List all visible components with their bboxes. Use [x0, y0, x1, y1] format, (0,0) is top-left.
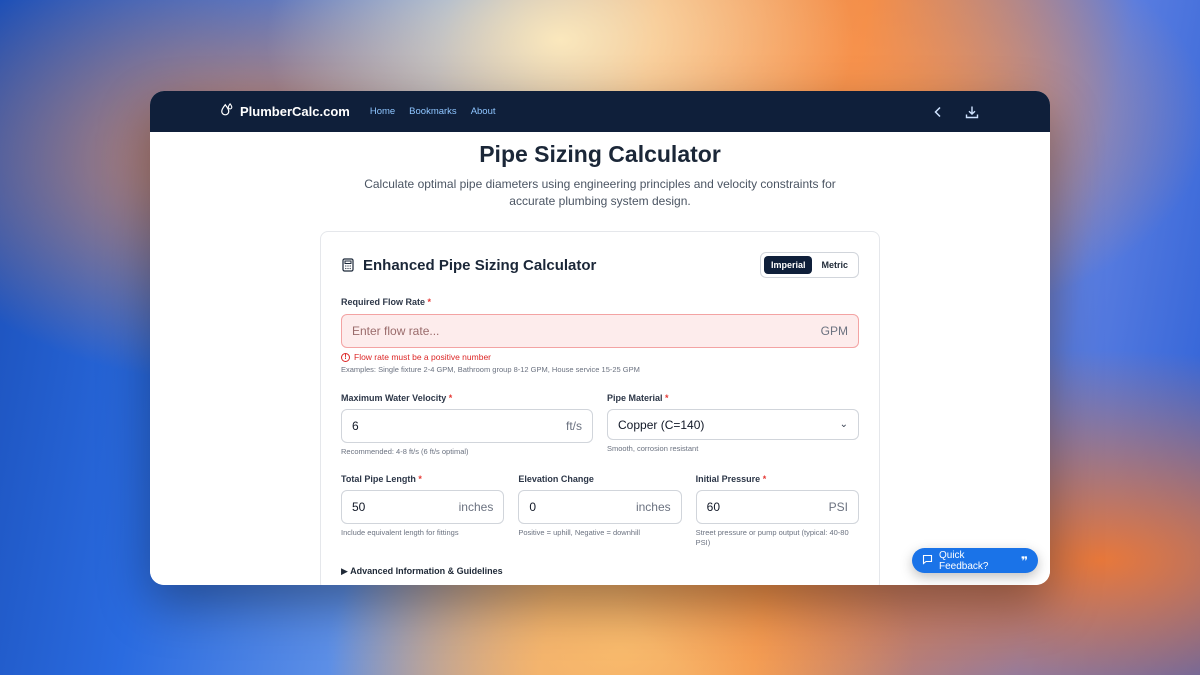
length-input[interactable]: 50 inches — [341, 490, 505, 524]
material-value: Copper (C=140) — [618, 417, 705, 432]
pressure-unit: PSI — [828, 500, 848, 514]
velocity-material-row: Maximum Water Velocity * 6 ft/s Recommen… — [341, 393, 859, 457]
length-group: Total Pipe Length * 50 inches Include eq… — [341, 474, 505, 548]
quote-icon: ❞ — [1020, 553, 1028, 568]
browser-window: PlumberCalc.com Home Bookmarks About Pip… — [150, 91, 1050, 585]
calculator-icon — [341, 258, 355, 272]
material-select[interactable]: Copper (C=140) ⌄ — [607, 409, 859, 440]
nav-link-home[interactable]: Home — [370, 106, 395, 117]
quick-feedback-button[interactable]: Quick Feedback? ❞ — [912, 548, 1038, 573]
pressure-help: Street pressure or pump output (typical:… — [695, 528, 849, 547]
pressure-label: Initial Pressure * — [695, 474, 767, 484]
flow-rate-group: Required Flow Rate * Enter flow rate... … — [341, 297, 859, 375]
quick-feedback-label: Quick Feedback? — [939, 549, 989, 572]
flow-rate-label: Required Flow Rate * — [341, 297, 432, 307]
card-header: Enhanced Pipe Sizing Calculator Imperial… — [341, 252, 859, 278]
advanced-info-toggle[interactable]: ▶ Advanced Information & Guidelines — [341, 566, 859, 577]
top-navbar: PlumberCalc.com Home Bookmarks About — [150, 91, 1050, 132]
main-content: Pipe Sizing Calculator Calculate optimal… — [150, 132, 1050, 585]
pressure-group: Initial Pressure * 60 PSI Street pressur… — [695, 474, 859, 548]
nav-links: Home Bookmarks About — [370, 106, 496, 117]
length-help: Include equivalent length for fittings — [341, 528, 459, 537]
elevation-value: 0 — [529, 500, 537, 514]
brand-name: PlumberCalc.com — [240, 104, 350, 119]
calculator-card: Enhanced Pipe Sizing Calculator Imperial… — [320, 231, 880, 585]
elevation-label: Elevation Change — [518, 474, 594, 484]
nav-link-bookmarks[interactable]: Bookmarks — [409, 106, 457, 117]
length-elevation-pressure-row: Total Pipe Length * 50 inches Include eq… — [341, 474, 859, 548]
elevation-help: Positive = uphill, Negative = downhill — [518, 528, 641, 537]
flow-rate-placeholder: Enter flow rate... — [352, 324, 440, 338]
velocity-value: 6 — [352, 419, 359, 433]
elevation-unit: inches — [635, 500, 671, 514]
material-group: Pipe Material * Copper (C=140) ⌄ Smooth,… — [607, 393, 859, 457]
elevation-input[interactable]: 0 inches — [518, 490, 682, 524]
page-subtitle: Calculate optimal pipe diameters using e… — [364, 177, 836, 208]
flow-rate-help: Examples: Single fixture 2-4 GPM, Bathro… — [341, 365, 640, 374]
nav-actions — [930, 91, 980, 132]
alert-circle-icon: ! — [341, 352, 350, 362]
flow-rate-input[interactable]: Enter flow rate... GPM — [341, 314, 859, 348]
card-title: Enhanced Pipe Sizing Calculator — [363, 256, 597, 274]
velocity-label: Maximum Water Velocity * — [341, 393, 453, 403]
flow-rate-unit: GPM — [820, 324, 848, 338]
elevation-group: Elevation Change 0 inches Positive = uph… — [518, 474, 682, 548]
length-unit: inches — [458, 500, 494, 514]
velocity-help: Recommended: 4-8 ft/s (6 ft/s optimal) — [341, 447, 469, 456]
chat-bubble-icon — [922, 554, 933, 568]
back-chevron-icon[interactable] — [930, 104, 946, 120]
triangle-right-icon: ▶ — [341, 566, 348, 576]
material-label: Pipe Material * — [607, 393, 669, 403]
material-help: Smooth, corrosion resistant — [607, 444, 699, 453]
unit-imperial-button[interactable]: Imperial — [763, 256, 813, 274]
chevron-down-icon: ⌄ — [839, 419, 848, 430]
length-value: 50 — [352, 500, 366, 514]
unit-toggle: Imperial Metric — [759, 252, 859, 278]
pressure-value: 60 — [706, 500, 721, 514]
page-title: Pipe Sizing Calculator — [479, 141, 721, 167]
flow-rate-error: ! Flow rate must be a positive number — [341, 352, 859, 362]
nav-link-about[interactable]: About — [471, 106, 496, 117]
velocity-input[interactable]: 6 ft/s — [341, 409, 593, 443]
velocity-unit: ft/s — [565, 419, 582, 433]
download-icon[interactable] — [964, 104, 980, 120]
droplet-icon — [220, 103, 234, 120]
length-label: Total Pipe Length * — [341, 474, 422, 484]
unit-metric-button[interactable]: Metric — [814, 256, 855, 274]
brand-logo[interactable]: PlumberCalc.com — [220, 103, 350, 120]
pressure-input[interactable]: 60 PSI — [695, 490, 859, 524]
velocity-group: Maximum Water Velocity * 6 ft/s Recommen… — [341, 393, 593, 457]
